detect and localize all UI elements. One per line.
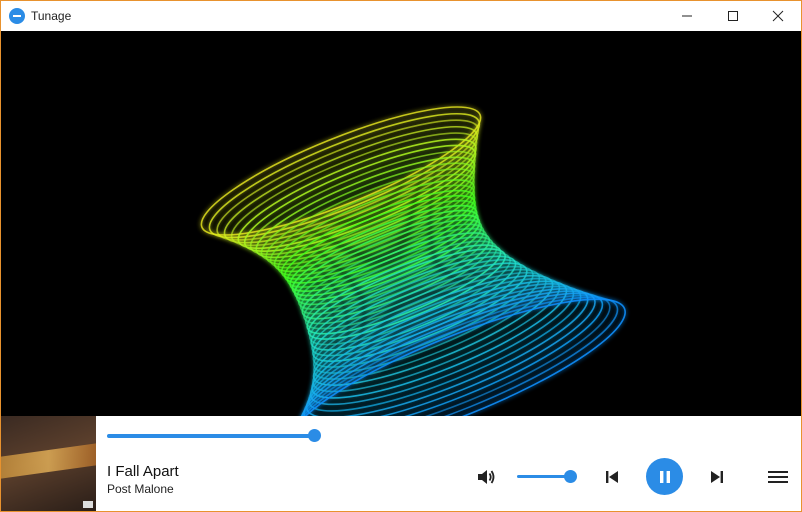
audio-visualizer[interactable] <box>1 31 801 416</box>
visualizer-graphic <box>1 31 801 416</box>
track-title: I Fall Apart <box>107 463 179 480</box>
album-art-graphic <box>1 443 96 478</box>
skip-previous-icon <box>602 466 622 488</box>
minimize-button[interactable] <box>664 1 710 31</box>
app-window: Tunage I Fall Apart Post Malone <box>0 0 802 512</box>
player-bar: I Fall Apart Post Malone <box>1 416 801 511</box>
track-artist: Post Malone <box>107 482 174 496</box>
volume-slider-track[interactable] <box>517 475 571 478</box>
seek-bar-thumb[interactable] <box>308 429 321 442</box>
maximize-icon <box>727 10 739 22</box>
next-track-button[interactable] <box>707 466 727 488</box>
volume-slider-thumb[interactable] <box>564 470 577 483</box>
title-bar[interactable]: Tunage <box>1 1 801 31</box>
volume-button[interactable] <box>475 466 497 488</box>
volume-icon <box>475 466 497 488</box>
window-title: Tunage <box>31 9 71 23</box>
album-art[interactable] <box>1 416 96 511</box>
skip-next-icon <box>707 466 727 488</box>
previous-track-button[interactable] <box>602 466 622 488</box>
menu-button[interactable] <box>766 466 790 488</box>
seek-bar-progress[interactable] <box>107 434 315 438</box>
pause-icon <box>657 469 673 485</box>
hamburger-menu-icon <box>766 466 790 488</box>
tunage-logo-icon <box>9 8 25 24</box>
maximize-button[interactable] <box>710 1 756 31</box>
close-button[interactable] <box>755 1 801 31</box>
close-icon <box>772 10 784 22</box>
parental-advisory-badge <box>83 501 93 508</box>
pause-button[interactable] <box>646 458 683 495</box>
minimize-icon <box>681 10 693 22</box>
